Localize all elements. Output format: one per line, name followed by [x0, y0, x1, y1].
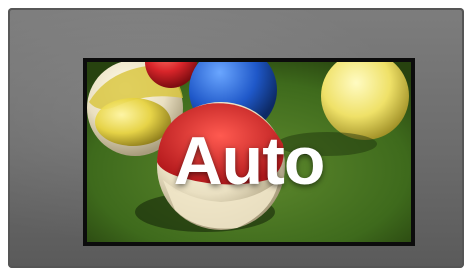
picture-mode-label: Auto [173, 123, 326, 199]
tv-frame: Auto [8, 8, 464, 268]
tv-screen: Auto [83, 58, 415, 246]
